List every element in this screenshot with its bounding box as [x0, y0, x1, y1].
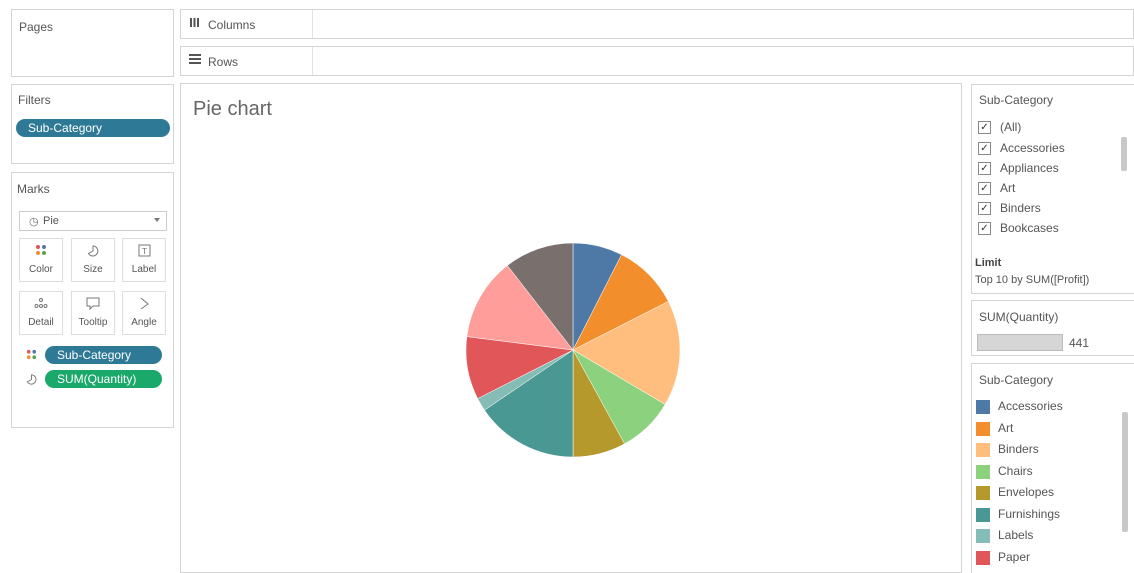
tooltip-label: Tooltip: [78, 317, 108, 328]
pages-title: Pages: [19, 20, 54, 34]
legend-title: Sub-Category: [979, 373, 1054, 387]
columns-icon: [189, 17, 200, 31]
filter-checkbox-label: Binders: [1000, 201, 1041, 215]
quantity-value: 441: [1069, 336, 1090, 350]
color-dots-icon: [20, 244, 62, 260]
angle-icon: [123, 297, 165, 313]
checkbox-checked-icon[interactable]: ✓: [978, 121, 991, 134]
filters-shelf[interactable]: Filters Sub-Category: [11, 84, 174, 164]
filter-checkbox-label: (All): [1000, 120, 1022, 134]
mark-type-dropdown[interactable]: ◷ Pie: [19, 211, 167, 231]
legend-swatch: [976, 550, 990, 565]
filter-pill-sub-category[interactable]: Sub-Category: [16, 119, 170, 137]
columns-shelf-label: Columns: [181, 10, 313, 38]
legend-label: Chairs: [998, 463, 1033, 478]
legend-swatch: [976, 464, 990, 479]
legend-scrollbar[interactable]: [1122, 412, 1128, 532]
filter-checkbox-label: Accessories: [1000, 141, 1065, 155]
color-label: Color: [29, 264, 53, 275]
color-dots-icon: [26, 349, 37, 363]
checkbox-checked-icon[interactable]: ✓: [978, 162, 991, 175]
legend-swatch: [976, 400, 990, 414]
chevron-down-icon: [154, 218, 160, 222]
sub-category-filter-card: Sub-Category ✓ (All) ✓ Accessories ✓ Applianc…: [971, 84, 1134, 294]
color-button[interactable]: Color: [19, 238, 63, 282]
sum-quantity-size-legend: SUM(Quantity) 441: [971, 300, 1134, 356]
legend-swatch: [976, 443, 990, 457]
rows-label: Rows: [208, 55, 239, 69]
legend-label: Labels: [998, 528, 1034, 542]
columns-shelf[interactable]: Columns: [180, 9, 1134, 39]
quantity-bar-fill: [978, 335, 1062, 350]
columns-label: Columns: [208, 18, 256, 32]
legend-label: Envelopes: [998, 485, 1055, 499]
marks-field-sum-quantity[interactable]: SUM(Quantity): [45, 370, 162, 388]
label-label: Label: [131, 264, 157, 275]
view-canvas[interactable]: Pie chart: [180, 83, 962, 573]
sub-category-filter-title: Sub-Category: [979, 93, 1054, 107]
legend-label: Binders: [998, 442, 1039, 456]
detail-icon: [20, 297, 62, 313]
legend-swatch: [976, 486, 990, 500]
legend-swatch: [976, 529, 990, 543]
detail-button[interactable]: Detail: [19, 291, 63, 335]
size-icon: [72, 244, 114, 260]
sum-quantity-title: SUM(Quantity): [979, 310, 1059, 324]
quantity-bar: [977, 334, 1063, 351]
size-icon: [25, 373, 38, 389]
angle-label: Angle: [131, 317, 157, 328]
checkbox-checked-icon[interactable]: ✓: [978, 222, 991, 235]
checkbox-checked-icon[interactable]: ✓: [978, 202, 991, 215]
limit-value: Top 10 by SUM([Profit]): [975, 274, 1090, 286]
rows-shelf[interactable]: Rows: [180, 46, 1134, 76]
checkbox-checked-icon[interactable]: ✓: [978, 142, 991, 155]
angle-button[interactable]: Angle: [122, 291, 166, 335]
size-button[interactable]: Size: [71, 238, 115, 282]
legend-swatch: [976, 421, 990, 436]
label-button[interactable]: T Label: [122, 238, 166, 282]
marks-card: Marks ◷ Pie Color Size T Label Detail To…: [11, 172, 174, 428]
detail-label: Detail: [28, 317, 54, 328]
mark-type-value: Pie: [43, 215, 59, 227]
tooltip-icon: [72, 297, 114, 313]
legend-swatch: [976, 507, 990, 522]
rows-shelf-label: Rows: [181, 47, 313, 75]
legend-label: Art: [998, 420, 1014, 435]
label-icon: T: [123, 244, 165, 260]
limit-title: Limit: [975, 257, 1002, 269]
svg-text:T: T: [141, 247, 147, 256]
filter-checkbox-label: Appliances: [1000, 161, 1059, 175]
checkbox-checked-icon[interactable]: ✓: [978, 182, 991, 195]
size-label: Size: [83, 264, 103, 275]
filter-scrollbar[interactable]: [1121, 137, 1127, 171]
filters-title: Filters: [18, 93, 51, 107]
legend-label: Accessories: [998, 399, 1063, 413]
marks-title: Marks: [17, 182, 50, 196]
filter-checkbox-label: Art: [1000, 181, 1016, 195]
filter-checkbox-label: Bookcases: [1000, 221, 1059, 235]
tooltip-button[interactable]: Tooltip: [71, 291, 115, 335]
marks-field-sub-category[interactable]: Sub-Category: [45, 346, 162, 364]
sub-category-color-legend: Sub-Category Accessories Art Binders Chairs…: [971, 363, 1134, 573]
pie-icon: ◷: [29, 216, 39, 228]
pages-shelf[interactable]: Pages: [11, 9, 174, 77]
legend-label: Paper: [998, 549, 1031, 564]
legend-label: Furnishings: [998, 506, 1061, 521]
pie-chart[interactable]: [181, 84, 961, 572]
rows-icon: [189, 54, 201, 67]
